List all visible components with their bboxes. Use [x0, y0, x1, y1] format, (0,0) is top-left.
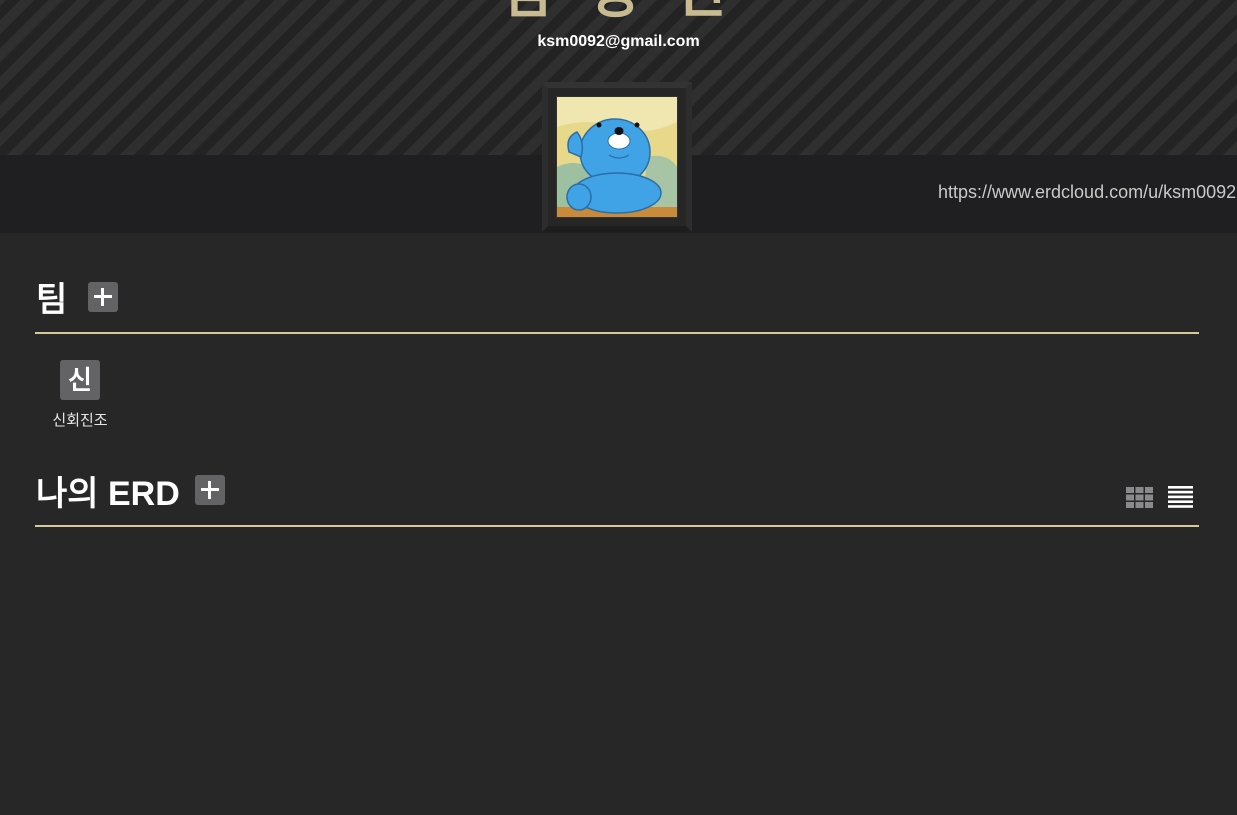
team-card[interactable]: 신 신회진조: [40, 360, 120, 432]
avatar[interactable]: [542, 82, 692, 232]
profile-url[interactable]: https://www.erdcloud.com/u/ksm0092: [938, 182, 1236, 203]
profile-name: 김 성 민: [0, 0, 1237, 29]
team-name: 신회진조: [52, 412, 108, 429]
avatar-image-container: [556, 96, 678, 218]
grid-view-icon[interactable]: [1126, 487, 1153, 508]
teams-title: 팀: [36, 281, 68, 319]
erd-list-area: [35, 540, 1199, 800]
profile-email: ksm0092@gmail.com: [537, 33, 700, 50]
add-erd-button[interactable]: [195, 475, 225, 505]
my-erd-title: 나의 ERD: [36, 475, 180, 513]
team-avatar: 신: [60, 360, 100, 400]
my-erd-divider: [35, 525, 1199, 527]
avatar-image: [557, 97, 677, 217]
list-view-icon[interactable]: [1168, 486, 1193, 508]
add-team-button[interactable]: [88, 282, 118, 312]
teams-divider: [35, 332, 1199, 334]
